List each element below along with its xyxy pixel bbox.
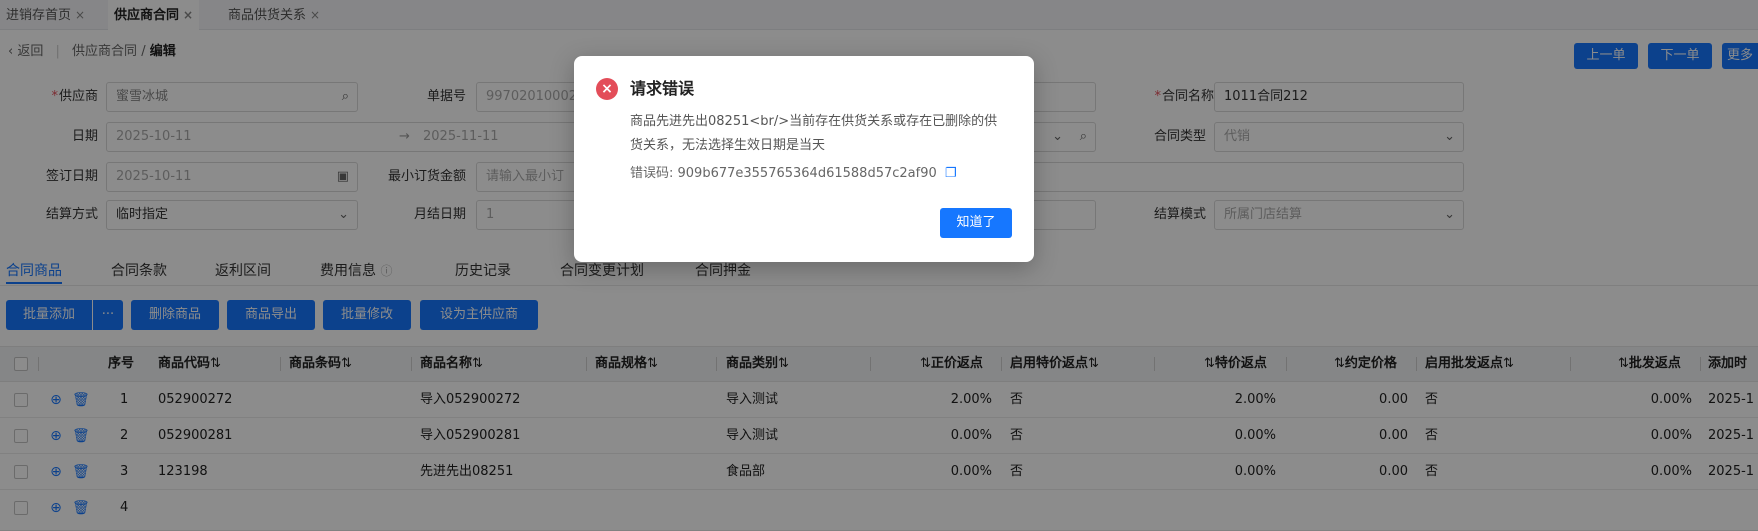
error-dialog: × 请求错误 商品先进先出08251<br/>当前存在供货关系或存在已删除的供货… <box>574 56 1034 262</box>
error-code-value: 909b677e355765364d61588d57c2af90 <box>677 166 937 181</box>
error-code: 错误码: 909b677e355765364d61588d57c2af90 ❐ <box>630 162 957 186</box>
error-circle-icon: × <box>596 78 618 100</box>
ok-button[interactable]: 知道了 <box>940 208 1012 238</box>
dialog-title: 请求错误 <box>630 79 695 98</box>
copy-icon[interactable]: ❐ <box>945 166 957 181</box>
dialog-message: 商品先进先出08251<br/>当前存在供货关系或存在已删除的供货关系，无法选择… <box>630 114 998 153</box>
error-code-label: 错误码: <box>630 166 678 181</box>
